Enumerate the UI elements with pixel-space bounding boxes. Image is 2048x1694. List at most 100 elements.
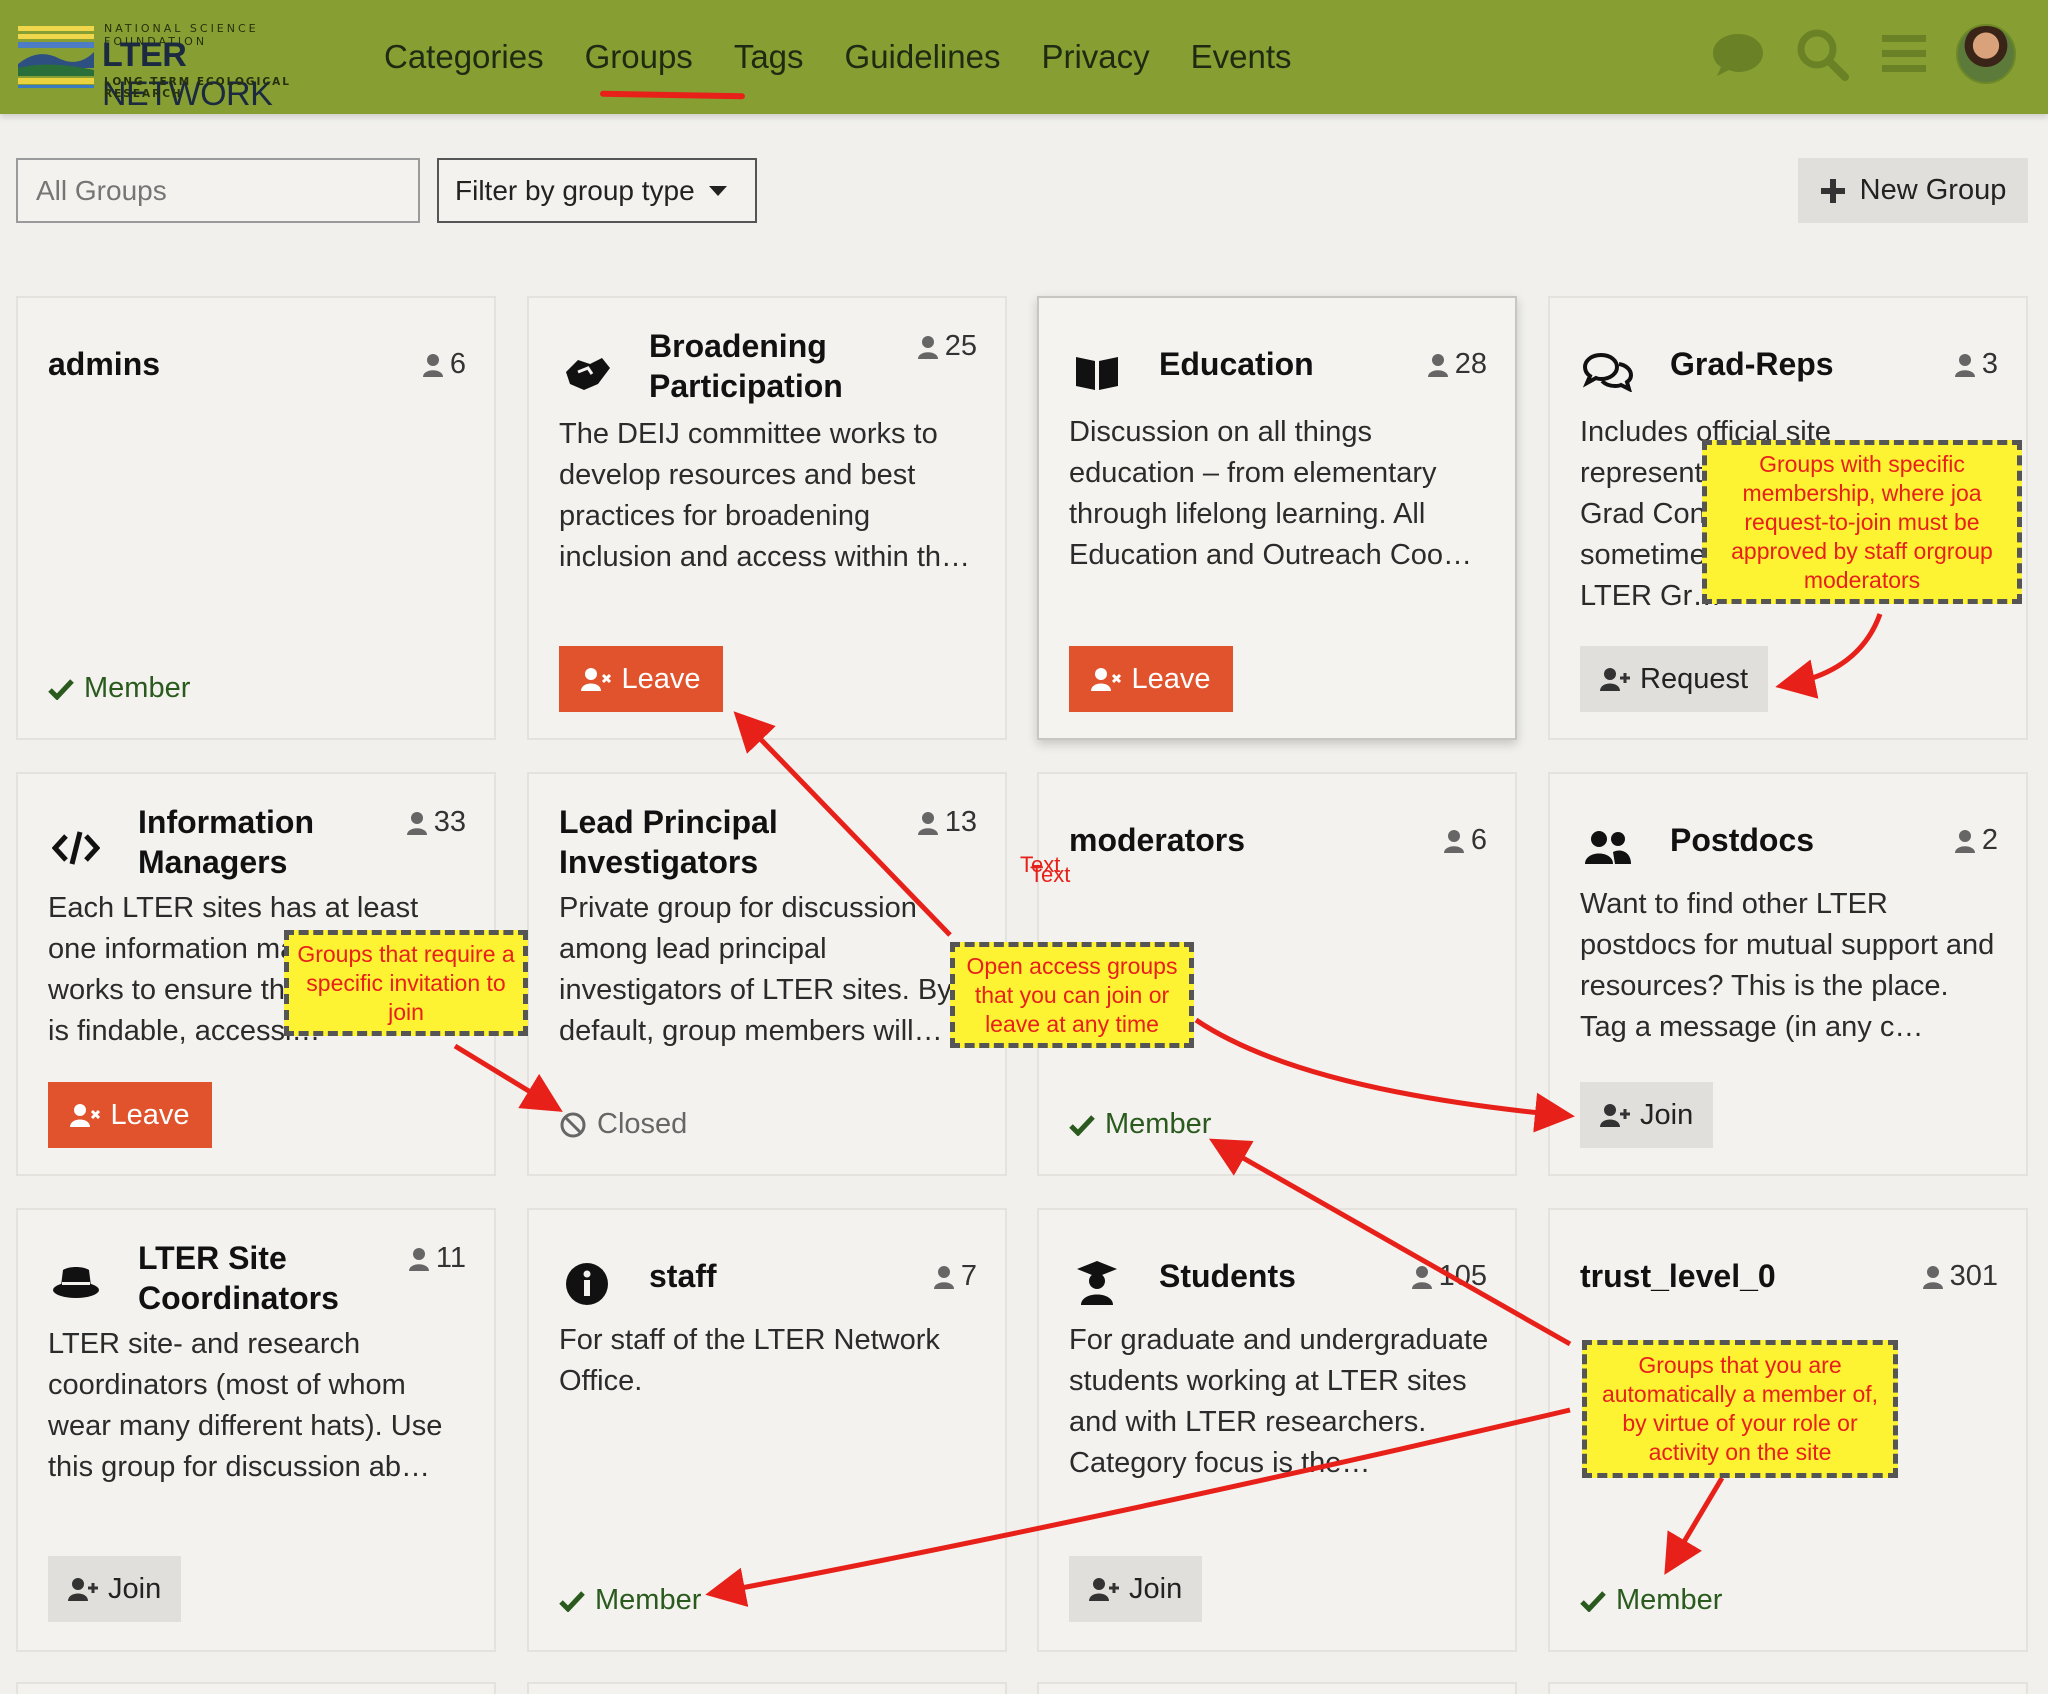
group-card-partial[interactable] bbox=[1548, 1682, 2028, 1694]
user-icon bbox=[1427, 353, 1448, 377]
group-card-staff[interactable]: staff 7 For staff of the LTER Network Of… bbox=[527, 1208, 1007, 1652]
join-button[interactable]: Join bbox=[48, 1556, 182, 1622]
user-plus-icon bbox=[1089, 1578, 1119, 1601]
join-button[interactable]: Join bbox=[1069, 1556, 1203, 1622]
group-title: trust_level_0 bbox=[1580, 1258, 1776, 1294]
nav-categories[interactable]: Categories bbox=[384, 38, 544, 76]
group-card-lter-site-coordinators[interactable]: LTER Site Coordinators 11 LTER site- and… bbox=[16, 1208, 496, 1652]
logo-main-text: LTER NETWORK bbox=[102, 36, 273, 113]
group-title: admins bbox=[48, 346, 161, 382]
member-count: 13 bbox=[917, 806, 977, 839]
member-count: 105 bbox=[1411, 1260, 1487, 1293]
lter-network-logo[interactable]: NATIONAL SCIENCE FOUNDATION LTER NETWORK… bbox=[18, 22, 334, 113]
checkmark-icon bbox=[559, 1590, 585, 1612]
member-count: 6 bbox=[1443, 824, 1487, 857]
new-group-button[interactable]: New Group bbox=[1798, 158, 2028, 223]
group-title: Grad-Reps bbox=[1670, 346, 1834, 382]
logo-bottom-text: LONG TERM ECOLOGICAL RESEARCH bbox=[104, 76, 291, 100]
graduate-icon bbox=[1069, 1254, 1125, 1310]
user-icon bbox=[422, 353, 443, 377]
nav-groups[interactable]: Groups bbox=[585, 38, 693, 76]
group-title: Broadening Participation bbox=[649, 328, 843, 404]
user-plus-icon bbox=[1600, 668, 1630, 691]
user-plus-icon bbox=[68, 1578, 98, 1601]
callout-open-access: Open access groups that you can join or … bbox=[950, 942, 1194, 1048]
search-icon[interactable] bbox=[1794, 26, 1850, 82]
member-count: 33 bbox=[406, 806, 466, 839]
group-title: LTER Site Coordinators bbox=[138, 1240, 339, 1316]
group-card-partial[interactable] bbox=[527, 1682, 1007, 1694]
group-description: Private group for discussion among lead … bbox=[559, 892, 952, 1047]
member-status: Member bbox=[48, 672, 190, 705]
group-card-education[interactable]: Education 28 Discussion on all things ed… bbox=[1037, 296, 1517, 740]
user-times-icon bbox=[1091, 668, 1122, 691]
info-icon bbox=[559, 1256, 615, 1312]
leave-button[interactable]: Leave bbox=[1069, 646, 1233, 712]
nav-tags[interactable]: Tags bbox=[734, 38, 804, 76]
callout-automatic-membership: Groups that you are automatically a memb… bbox=[1582, 1340, 1898, 1478]
member-status: Member bbox=[1580, 1584, 1722, 1617]
filter-label: Filter by group type bbox=[455, 174, 695, 206]
group-title: Education bbox=[1159, 346, 1314, 382]
hamburger-menu-icon[interactable] bbox=[1876, 26, 1932, 82]
user-times-icon bbox=[70, 1104, 101, 1127]
member-count: 11 bbox=[408, 1242, 466, 1275]
user-times-icon bbox=[581, 668, 612, 691]
leave-button[interactable]: Leave bbox=[559, 646, 723, 712]
member-count: 3 bbox=[1954, 348, 1998, 381]
group-title: Students bbox=[1159, 1258, 1296, 1294]
group-description: For staff of the LTER Network Office. bbox=[559, 1324, 940, 1397]
group-card-postdocs[interactable]: Postdocs 2 Want to find other LTER postd… bbox=[1548, 772, 2028, 1176]
user-icon bbox=[1443, 829, 1464, 853]
group-title: Information Managers bbox=[138, 804, 314, 880]
user-icon bbox=[917, 811, 938, 835]
member-count: 7 bbox=[933, 1260, 977, 1293]
user-icon bbox=[408, 1247, 429, 1271]
join-button[interactable]: Join bbox=[1580, 1082, 1714, 1148]
group-card-lead-principal-investigators[interactable]: Lead Principal Investigators 13 Private … bbox=[527, 772, 1007, 1176]
callout-request-membership: Groups with specific membership, where j… bbox=[1702, 440, 2022, 604]
user-icon bbox=[917, 335, 938, 359]
group-card-partial[interactable] bbox=[16, 1682, 496, 1694]
callout-invitation-only: Groups that require a specific invitatio… bbox=[284, 930, 528, 1036]
stray-annotation-text: Text Text bbox=[1020, 852, 1071, 887]
chat-icon[interactable] bbox=[1710, 26, 1766, 82]
closed-status: Closed bbox=[559, 1108, 687, 1141]
top-header: NATIONAL SCIENCE FOUNDATION LTER NETWORK… bbox=[0, 0, 2048, 114]
comments-icon bbox=[1580, 344, 1636, 400]
request-button[interactable]: Request bbox=[1580, 646, 1769, 712]
checkmark-icon bbox=[48, 678, 74, 700]
user-icon bbox=[1954, 353, 1975, 377]
nav-guidelines[interactable]: Guidelines bbox=[845, 38, 1001, 76]
group-search-input[interactable] bbox=[16, 158, 420, 223]
group-title: Postdocs bbox=[1670, 822, 1815, 858]
user-avatar[interactable] bbox=[1956, 24, 2016, 84]
group-description: For graduate and undergraduate students … bbox=[1069, 1324, 1489, 1479]
member-status: Member bbox=[1069, 1108, 1211, 1141]
group-card-partial[interactable] bbox=[1037, 1682, 1517, 1694]
new-group-label: New Group bbox=[1859, 174, 2007, 206]
leave-button[interactable]: Leave bbox=[48, 1082, 212, 1148]
logo-landscape-icon bbox=[18, 26, 94, 88]
group-card-students[interactable]: Students 105 For graduate and undergradu… bbox=[1037, 1208, 1517, 1652]
user-icon bbox=[406, 811, 427, 835]
group-title: moderators bbox=[1069, 822, 1246, 858]
group-card-admins[interactable]: admins 6 Member bbox=[16, 296, 496, 740]
code-icon bbox=[48, 820, 104, 876]
group-description: Discussion on all things education – fro… bbox=[1069, 416, 1473, 571]
user-icon bbox=[933, 1265, 954, 1289]
user-icon bbox=[1411, 1265, 1432, 1289]
checkmark-icon bbox=[1580, 1590, 1606, 1612]
handshake-icon bbox=[559, 346, 615, 402]
member-count: 2 bbox=[1954, 824, 1998, 857]
group-card-broadening-participation[interactable]: Broadening Participation 25 The DEIJ com… bbox=[527, 296, 1007, 740]
group-title: Lead Principal Investigators bbox=[559, 804, 778, 880]
group-description: Want to find other LTER postdocs for mut… bbox=[1580, 888, 1995, 1043]
book-icon bbox=[1069, 344, 1125, 400]
users-icon bbox=[1580, 820, 1636, 876]
member-count: 6 bbox=[422, 348, 466, 381]
nav-events[interactable]: Events bbox=[1191, 38, 1292, 76]
hat-icon bbox=[48, 1256, 104, 1312]
filter-by-group-type-dropdown[interactable]: Filter by group type bbox=[437, 158, 757, 223]
nav-privacy[interactable]: Privacy bbox=[1041, 38, 1149, 76]
